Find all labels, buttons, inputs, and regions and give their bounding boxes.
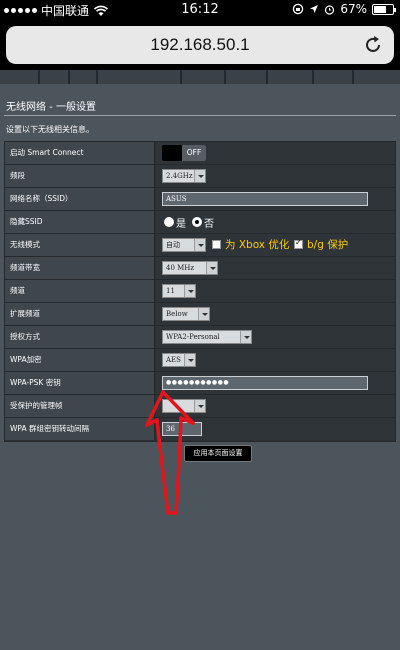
row-group-key: WPA 群组密钥转动间隔 36: [5, 418, 395, 441]
pmf-select[interactable]: [162, 399, 206, 413]
encryption-label: WPA加密: [5, 349, 155, 371]
url-text[interactable]: 192.168.50.1: [6, 35, 394, 55]
bg-protection-checkbox[interactable]: [294, 238, 303, 249]
row-ssid: 网络名称（SSID） ASUS: [5, 188, 395, 211]
bandwidth-label: 频道带宽: [5, 257, 155, 279]
encryption-select[interactable]: AES: [162, 353, 196, 367]
smart-connect-toggle[interactable]: OFF: [162, 145, 206, 161]
title-divider: [4, 115, 396, 116]
band-label: 频段: [5, 165, 155, 187]
row-wireless-mode: 无线模式 自动 为 Xbox 优化 b/g 保护: [5, 234, 395, 257]
row-auth: 授权方式 WPA2-Personal: [5, 326, 395, 349]
rotation-lock-icon: [293, 3, 304, 15]
row-channel: 频道 11: [5, 280, 395, 303]
auth-label: 授权方式: [5, 326, 155, 348]
ext-channel-label: 扩展频道: [5, 303, 155, 325]
chevron-down-icon: [194, 400, 205, 412]
apply-settings-button[interactable]: 应用本页面设置: [184, 445, 252, 462]
row-encryption: WPA加密 AES: [5, 349, 395, 372]
wireless-mode-label: 无线模式: [5, 234, 155, 256]
chevron-down-icon: [194, 239, 205, 251]
chevron-down-icon: [206, 262, 217, 274]
address-bar[interactable]: 192.168.50.1: [6, 26, 394, 64]
chevron-down-icon: [194, 170, 205, 182]
hide-ssid-yes-label: 是: [176, 219, 186, 230]
ext-channel-value: Below: [166, 310, 188, 318]
browser-toolbar: 192.168.50.1: [0, 20, 400, 70]
hide-ssid-yes-radio[interactable]: [164, 217, 174, 227]
chevron-down-icon: [198, 308, 209, 320]
row-psk: WPA-PSK 密钥 ●●●●●●●●●●●: [5, 372, 395, 395]
row-smart-connect: 启动 Smart Connect OFF: [5, 142, 395, 165]
auth-select[interactable]: WPA2-Personal: [162, 330, 252, 344]
ssid-input[interactable]: ASUS: [162, 192, 368, 206]
hide-ssid-label: 隐藏SSID: [5, 211, 155, 233]
reload-icon[interactable]: [362, 34, 384, 56]
menu-tab-strip[interactable]: [0, 70, 400, 84]
hide-ssid-no-label: 否: [204, 219, 214, 230]
bandwidth-value: 40 MHz: [166, 264, 195, 272]
chevron-down-icon: [184, 354, 195, 366]
encryption-value: AES: [166, 356, 181, 364]
ssid-label: 网络名称（SSID）: [5, 188, 155, 210]
location-icon: [310, 5, 319, 13]
row-band: 频段 2.4GHz: [5, 165, 395, 188]
channel-label: 频道: [5, 280, 155, 302]
channel-select[interactable]: 11: [162, 284, 196, 298]
xbox-optimize-label: 为 Xbox 优化: [225, 239, 290, 251]
battery-icon: [372, 3, 396, 15]
toggle-state-text: OFF: [182, 145, 206, 161]
band-value: 2.4GHz: [166, 172, 193, 180]
auth-value: WPA2-Personal: [166, 333, 220, 341]
alarm-clock-icon: [325, 4, 335, 15]
settings-table: 启动 Smart Connect OFF 频段 2.4GHz 网络名称（SSID…: [4, 141, 396, 442]
pmf-label: 受保护的管理帧: [5, 395, 155, 417]
psk-label: WPA-PSK 密钥: [5, 372, 155, 394]
status-bar: 中国联通 16:12 67%: [0, 0, 400, 20]
chevron-down-icon: [240, 331, 251, 343]
row-bandwidth: 频道带宽 40 MHz: [5, 257, 395, 280]
smart-connect-label: 启动 Smart Connect: [5, 142, 155, 164]
page-subtitle: 设置以下无线相关信息。: [6, 125, 94, 134]
group-key-label: WPA 群组密钥转动间隔: [5, 418, 155, 440]
channel-value: 11: [166, 287, 175, 295]
bandwidth-select[interactable]: 40 MHz: [162, 261, 218, 275]
page-title: 无线网络 - 一般设置: [6, 102, 96, 113]
chevron-down-icon: [184, 285, 195, 297]
bg-protection-label: b/g 保护: [307, 239, 349, 251]
row-pmf: 受保护的管理帧: [5, 395, 395, 418]
row-ext-channel: 扩展频道 Below: [5, 303, 395, 326]
ext-channel-select[interactable]: Below: [162, 307, 210, 321]
wireless-mode-value: 自动: [166, 241, 180, 249]
psk-password-input[interactable]: ●●●●●●●●●●●: [162, 376, 368, 390]
hide-ssid-no-radio[interactable]: [192, 217, 202, 227]
router-settings-page: 无线网络 - 一般设置 设置以下无线相关信息。 启动 Smart Connect…: [0, 70, 400, 650]
battery-percent: 67%: [340, 2, 367, 16]
band-select[interactable]: 2.4GHz: [162, 169, 206, 183]
row-hide-ssid: 隐藏SSID 是 否: [5, 211, 395, 234]
xbox-optimize-checkbox[interactable]: [212, 240, 221, 249]
group-key-input[interactable]: 36: [162, 422, 202, 436]
wireless-mode-select[interactable]: 自动: [162, 238, 206, 252]
